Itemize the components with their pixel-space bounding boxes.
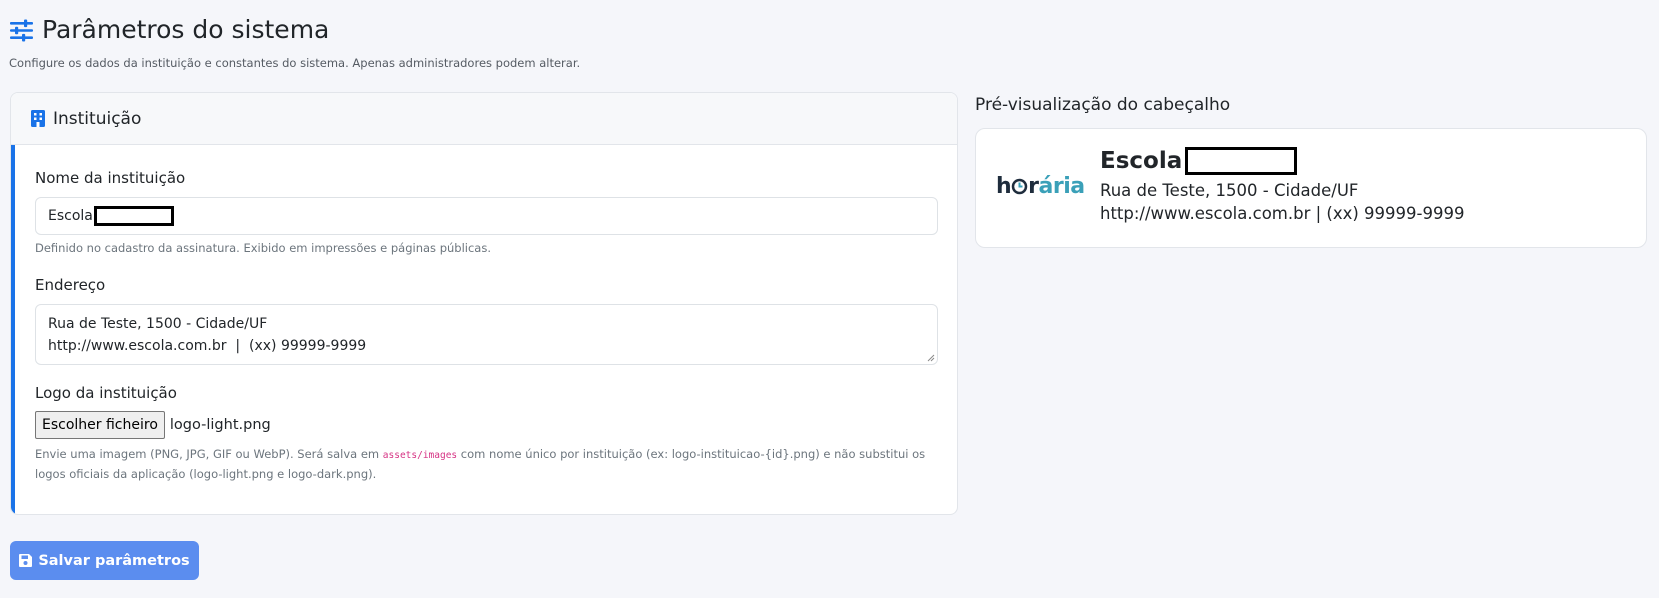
logo-text-part-1: h — [996, 174, 1012, 199]
card-header: Instituição — [11, 93, 957, 145]
floppy-disk-icon — [19, 554, 33, 567]
logo-help-code: assets/images — [382, 450, 458, 461]
name-label: Nome da instituição — [35, 169, 186, 187]
institution-name-input[interactable]: Escola — [35, 197, 938, 235]
address-label: Endereço — [35, 276, 106, 294]
preview-title: Pré-visualização do cabeçalho — [975, 95, 1231, 115]
page-title: Parâmetros do sistema — [42, 15, 330, 44]
preview-address: Rua de Teste, 1500 - Cidade/UF — [1100, 181, 1359, 200]
resize-handle-icon[interactable] — [927, 354, 935, 362]
save-parameters-button[interactable]: Salvar parâmetros — [10, 541, 199, 580]
logo-file-input: Escolher ficheiro logo-light.png — [35, 411, 271, 439]
sliders-icon — [10, 19, 33, 41]
card-body: Nome da instituição Escola Definido no c… — [11, 145, 957, 514]
address-textarea[interactable]: Rua de Teste, 1500 - Cidade/UF http://ww… — [35, 304, 938, 365]
logo-help-pre: Envie uma imagem (PNG, JPG, GIF ou WebP)… — [35, 447, 383, 461]
building-icon — [31, 110, 45, 127]
selected-file-name: logo-light.png — [169, 417, 271, 433]
card-title: Instituição — [53, 108, 142, 129]
institution-card: Instituição Nome da instituição Escola D… — [10, 92, 958, 515]
title-row: Parâmetros do sistema — [9, 14, 580, 46]
clock-logo-icon — [1011, 178, 1028, 195]
system-parameters-page: Parâmetros do sistema Configure os dados… — [0, 0, 1659, 598]
preview-contact: http://www.escola.com.br | (xx) 99999-99… — [1100, 204, 1465, 223]
save-button-label: Salvar parâmetros — [38, 552, 190, 569]
institution-logo: h rária — [996, 174, 1085, 199]
page-subtitle: Configure os dados da instituição e cons… — [9, 56, 581, 70]
preview-institution-name: Escola — [1100, 147, 1298, 175]
logo-label: Logo da instituição — [35, 384, 177, 402]
header-preview-card: h rária Escola Rua de Teste, 1500 - Cidad… — [975, 128, 1647, 248]
address-line-2: http://www.escola.com.br | (xx) 99999-99… — [48, 338, 367, 354]
name-help-text: Definido no cadastro da assinatura. Exib… — [35, 241, 491, 255]
page-header: Parâmetros do sistema Configure os dados… — [9, 14, 580, 70]
logo-text-part-3: ária — [1038, 174, 1086, 199]
preview-name-text: Escola — [1100, 148, 1183, 174]
logo-text-part-2: r — [1028, 174, 1039, 199]
logo-help-text: Envie uma imagem (PNG, JPG, GIF ou WebP)… — [35, 445, 945, 483]
preview-redaction-box — [1185, 147, 1298, 175]
institution-name-value: Escola — [48, 208, 93, 224]
choose-file-button[interactable]: Escolher ficheiro — [35, 411, 165, 439]
redaction-box — [93, 206, 174, 226]
address-line-1: Rua de Teste, 1500 - Cidade/UF — [48, 316, 268, 332]
